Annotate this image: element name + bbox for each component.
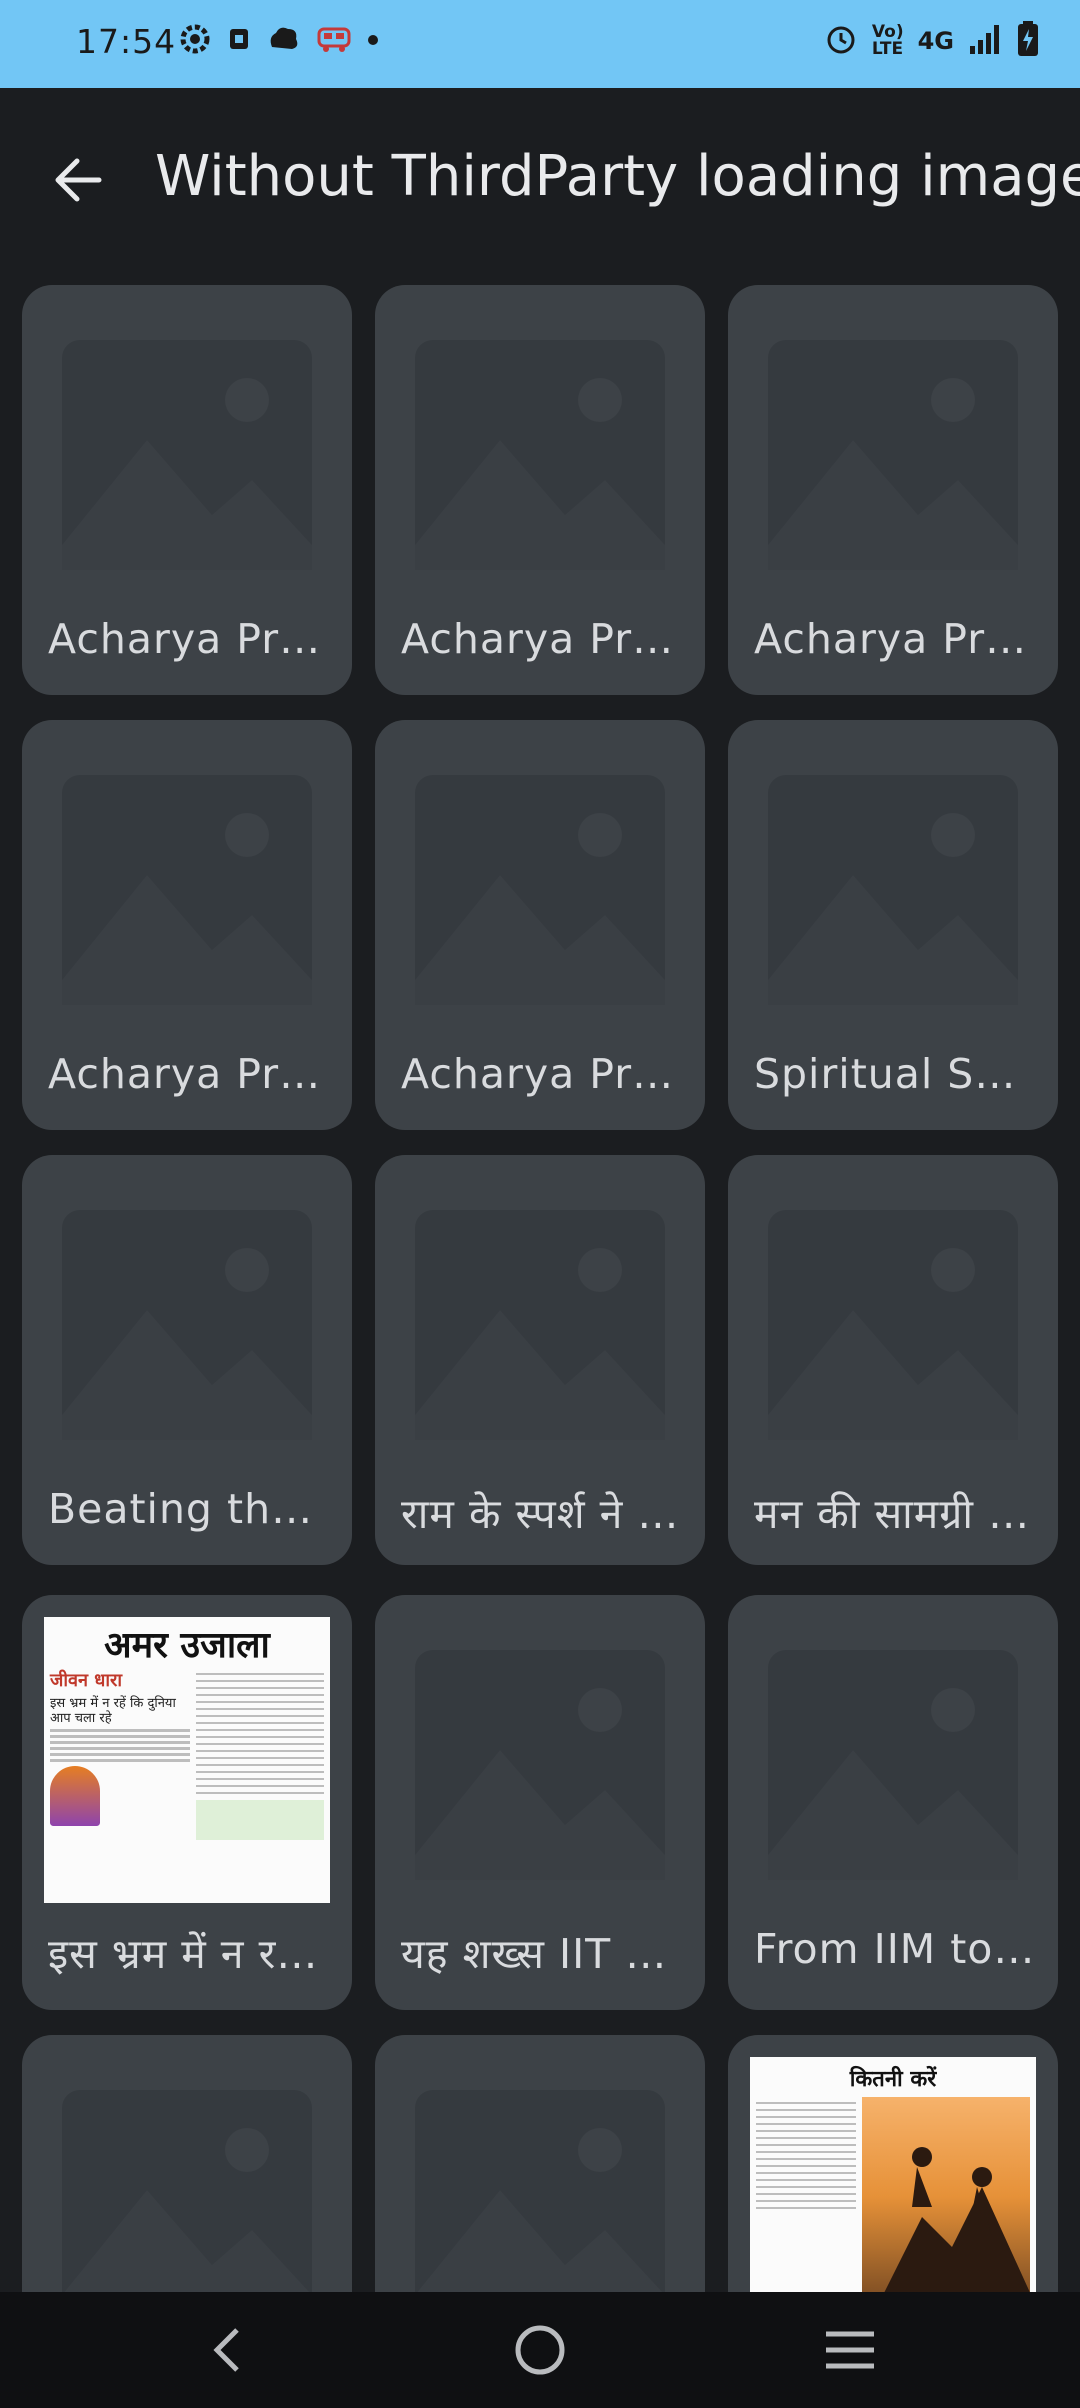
grid-card[interactable] xyxy=(375,2035,705,2292)
card-title: From IIM to … xyxy=(754,1925,1040,1973)
card-title: इस भ्रम में न रहें… xyxy=(48,1930,334,1978)
image-placeholder-icon xyxy=(415,340,665,570)
image-placeholder-icon xyxy=(768,1650,1018,1880)
back-button[interactable] xyxy=(46,150,110,210)
cloud-icon xyxy=(266,23,302,59)
sim-icon xyxy=(226,24,252,58)
image-placeholder-icon xyxy=(768,340,1018,570)
grid-card[interactable]: कितनी करें xyxy=(728,2035,1058,2292)
card-title: Beating the … xyxy=(48,1485,334,1533)
image-placeholder-icon xyxy=(415,1210,665,1440)
app-bar: Without ThirdParty loading image xyxy=(0,88,1080,268)
image-placeholder-icon xyxy=(768,775,1018,1005)
grid-card[interactable]: Beating the … xyxy=(22,1155,352,1565)
grid-card[interactable]: अमर उजाला जीवन धारा इस भ्रम में न रहें कि … xyxy=(22,1595,352,2010)
grid-card[interactable]: मन की सामग्री … xyxy=(728,1155,1058,1565)
card-title: Acharya Pra… xyxy=(401,1050,687,1098)
nav-recents-button[interactable] xyxy=(815,2318,885,2382)
newspaper-masthead: अमर उजाला xyxy=(104,1624,270,1666)
volte-label: Vo) LTE xyxy=(871,22,904,59)
article-headline: कितनी करें xyxy=(849,2066,937,2092)
status-bar: 17:54 Vo) LTE 4G xyxy=(0,0,1080,88)
grid-card[interactable]: Acharya Pra… xyxy=(375,720,705,1130)
battery-charging-icon xyxy=(1016,20,1040,62)
status-right-icons: Vo) LTE 4G xyxy=(824,20,1040,62)
card-title: Spiritual Sol… xyxy=(754,1050,1040,1098)
navigation-bar xyxy=(0,2292,1080,2408)
dot-icon xyxy=(366,32,380,51)
grid-card[interactable]: From IIM to … xyxy=(728,1595,1058,2010)
nav-back-icon xyxy=(213,2328,239,2372)
image-placeholder-icon xyxy=(415,775,665,1005)
card-title: यह शख्स IIT &… xyxy=(401,1930,687,1978)
image-grid: Acharya Pra… Acharya Pra… Acharya Pra… Acha… xyxy=(0,285,1080,2292)
grid-card[interactable] xyxy=(22,2035,352,2292)
signal-icon xyxy=(968,22,1002,60)
settings-icon xyxy=(178,22,212,60)
image-placeholder-icon xyxy=(768,1210,1018,1440)
nav-home-button[interactable] xyxy=(505,2318,575,2382)
bus-icon xyxy=(316,24,352,58)
image-placeholder-icon xyxy=(62,775,312,1005)
card-title: Acharya Pra… xyxy=(754,615,1040,663)
grid-card[interactable]: Acharya Pra… xyxy=(22,285,352,695)
article-photo-thumbnail: कितनी करें xyxy=(750,2057,1036,2292)
card-title: Acharya Pra… xyxy=(48,1050,334,1098)
card-title: Acharya Pra… xyxy=(48,615,334,663)
grid-card[interactable]: Acharya Pra… xyxy=(22,720,352,1130)
arrow-back-icon xyxy=(55,158,102,202)
image-placeholder-icon xyxy=(62,340,312,570)
grid-card[interactable]: यह शख्स IIT &… xyxy=(375,1595,705,2010)
status-time: 17:54 xyxy=(76,22,177,61)
nav-home-icon xyxy=(515,2325,565,2375)
nav-back-button[interactable] xyxy=(192,2318,262,2382)
alarm-icon xyxy=(824,22,858,60)
section-label: जीवन धारा xyxy=(50,1670,123,1691)
status-left-icons xyxy=(178,22,380,60)
grid-card[interactable]: Acharya Pra… xyxy=(728,285,1058,695)
image-placeholder-icon xyxy=(62,2090,312,2292)
image-placeholder-icon xyxy=(62,1210,312,1440)
grid-card[interactable]: Spiritual Sol… xyxy=(728,720,1058,1130)
grid-card[interactable]: Acharya Pra… xyxy=(375,285,705,695)
newspaper-thumbnail: अमर उजाला जीवन धारा इस भ्रम में न रहें कि … xyxy=(44,1617,330,1903)
grid-card[interactable]: राम के स्पर्श ने … xyxy=(375,1155,705,1565)
article-headline: इस भ्रम में न रहें कि दुनिया आप चला रहे xyxy=(50,1696,176,1726)
nav-menu-icon xyxy=(826,2331,874,2369)
network-label: 4G xyxy=(917,27,954,55)
card-title: राम के स्पर्श ने … xyxy=(401,1490,680,1538)
page-title: Without ThirdParty loading image xyxy=(155,144,1080,209)
image-placeholder-icon xyxy=(415,1650,665,1880)
card-title: मन की सामग्री … xyxy=(754,1490,1031,1538)
image-placeholder-icon xyxy=(415,2090,665,2292)
card-title: Acharya Pra… xyxy=(401,615,687,663)
